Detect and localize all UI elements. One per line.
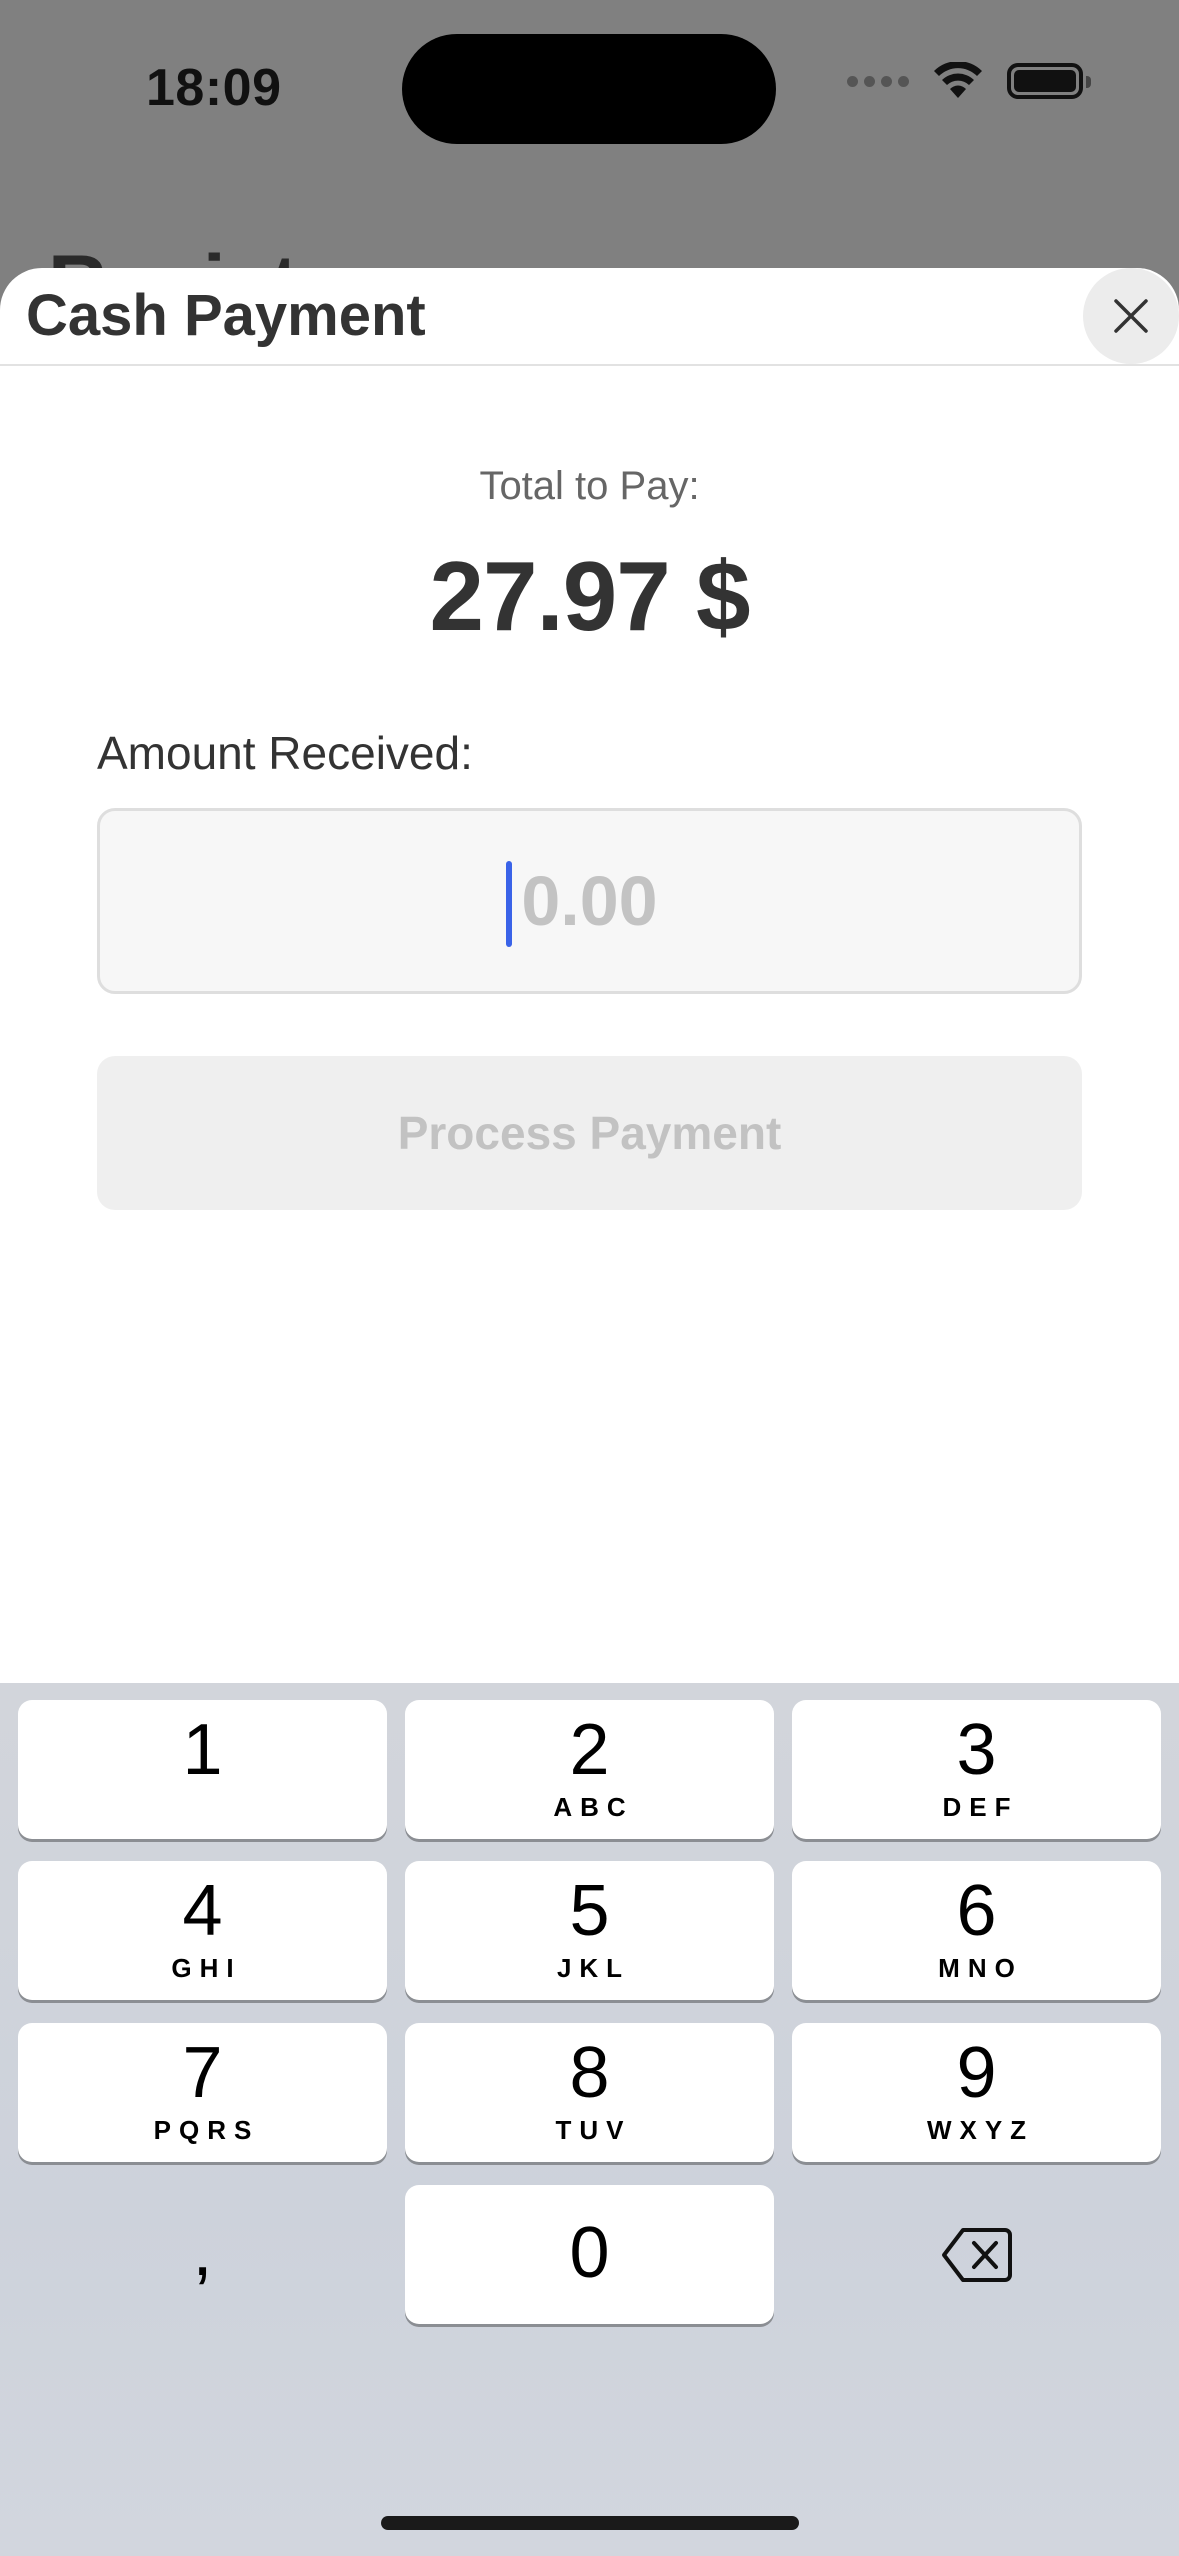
key-comma[interactable]: , — [18, 2185, 387, 2324]
dynamic-island — [402, 34, 776, 144]
key-digit: 6 — [956, 1871, 997, 1951]
total-amount: 27.97 $ — [429, 541, 751, 651]
key-5[interactable]: 5 JKL — [405, 1861, 774, 2000]
key-digit: 5 — [569, 1871, 610, 1951]
key-1[interactable]: 1 — [18, 1700, 387, 1839]
process-payment-button[interactable]: Process Payment — [97, 1056, 1082, 1210]
key-2[interactable]: 2 ABC — [405, 1700, 774, 1839]
total-label: Total to Pay: — [479, 464, 700, 508]
battery-icon — [1007, 63, 1091, 99]
status-bar: 18:09 — [0, 0, 1179, 175]
delete-key[interactable] — [792, 2185, 1161, 2324]
key-digit: 2 — [569, 1710, 610, 1790]
key-4[interactable]: 4 GHI — [18, 1861, 387, 2000]
key-8[interactable]: 8 TUV — [405, 2023, 774, 2162]
close-icon — [1114, 299, 1148, 333]
key-digit: 1 — [182, 1710, 223, 1790]
key-digit: 3 — [956, 1710, 997, 1790]
cellular-signal-icon — [847, 75, 909, 87]
key-6[interactable]: 6 MNO — [792, 1861, 1161, 2000]
key-letters: MNO — [938, 1953, 1023, 1983]
screen: 18:09 Register Cash Payment — [0, 0, 1179, 2556]
key-digit: 9 — [956, 2033, 997, 2113]
wifi-icon — [934, 62, 982, 98]
text-caret — [506, 861, 512, 947]
key-digit: 8 — [569, 2033, 610, 2113]
key-letters: TUV — [555, 2115, 632, 2145]
key-letters: PQRS — [153, 2115, 260, 2145]
close-button[interactable] — [1083, 268, 1179, 364]
key-letters: WXYZ — [926, 2115, 1035, 2145]
key-digit: 7 — [182, 2033, 223, 2113]
key-letters: GHI — [171, 1953, 242, 1983]
key-0[interactable]: 0 — [405, 2185, 774, 2324]
status-time: 18:09 — [146, 59, 282, 117]
sheet-header: Cash Payment — [0, 268, 1179, 366]
key-digit: 4 — [182, 1871, 223, 1951]
key-letters: JKL — [556, 1953, 631, 1983]
status-icons — [847, 62, 1091, 100]
amount-received-label: Amount Received: — [97, 727, 473, 779]
key-7[interactable]: 7 PQRS — [18, 2023, 387, 2162]
backspace-icon — [941, 2227, 1012, 2282]
key-letters: DEF — [942, 1792, 1019, 1822]
amount-received-field[interactable] — [97, 808, 1082, 994]
key-letters: ABC — [553, 1792, 634, 1822]
amount-received-input[interactable] — [100, 811, 1079, 991]
key-9[interactable]: 9 WXYZ — [792, 2023, 1161, 2162]
key-3[interactable]: 3 DEF — [792, 1700, 1161, 1839]
key-digit: 0 — [569, 2213, 610, 2293]
numeric-keypad: 1 2 ABC 3 DEF 4 GHI 5 JKL 6 MNO 7 PQRS 8… — [0, 1683, 1179, 2556]
home-indicator — [381, 2516, 799, 2530]
key-digit: , — [192, 2211, 213, 2291]
sheet-title: Cash Payment — [26, 283, 426, 348]
